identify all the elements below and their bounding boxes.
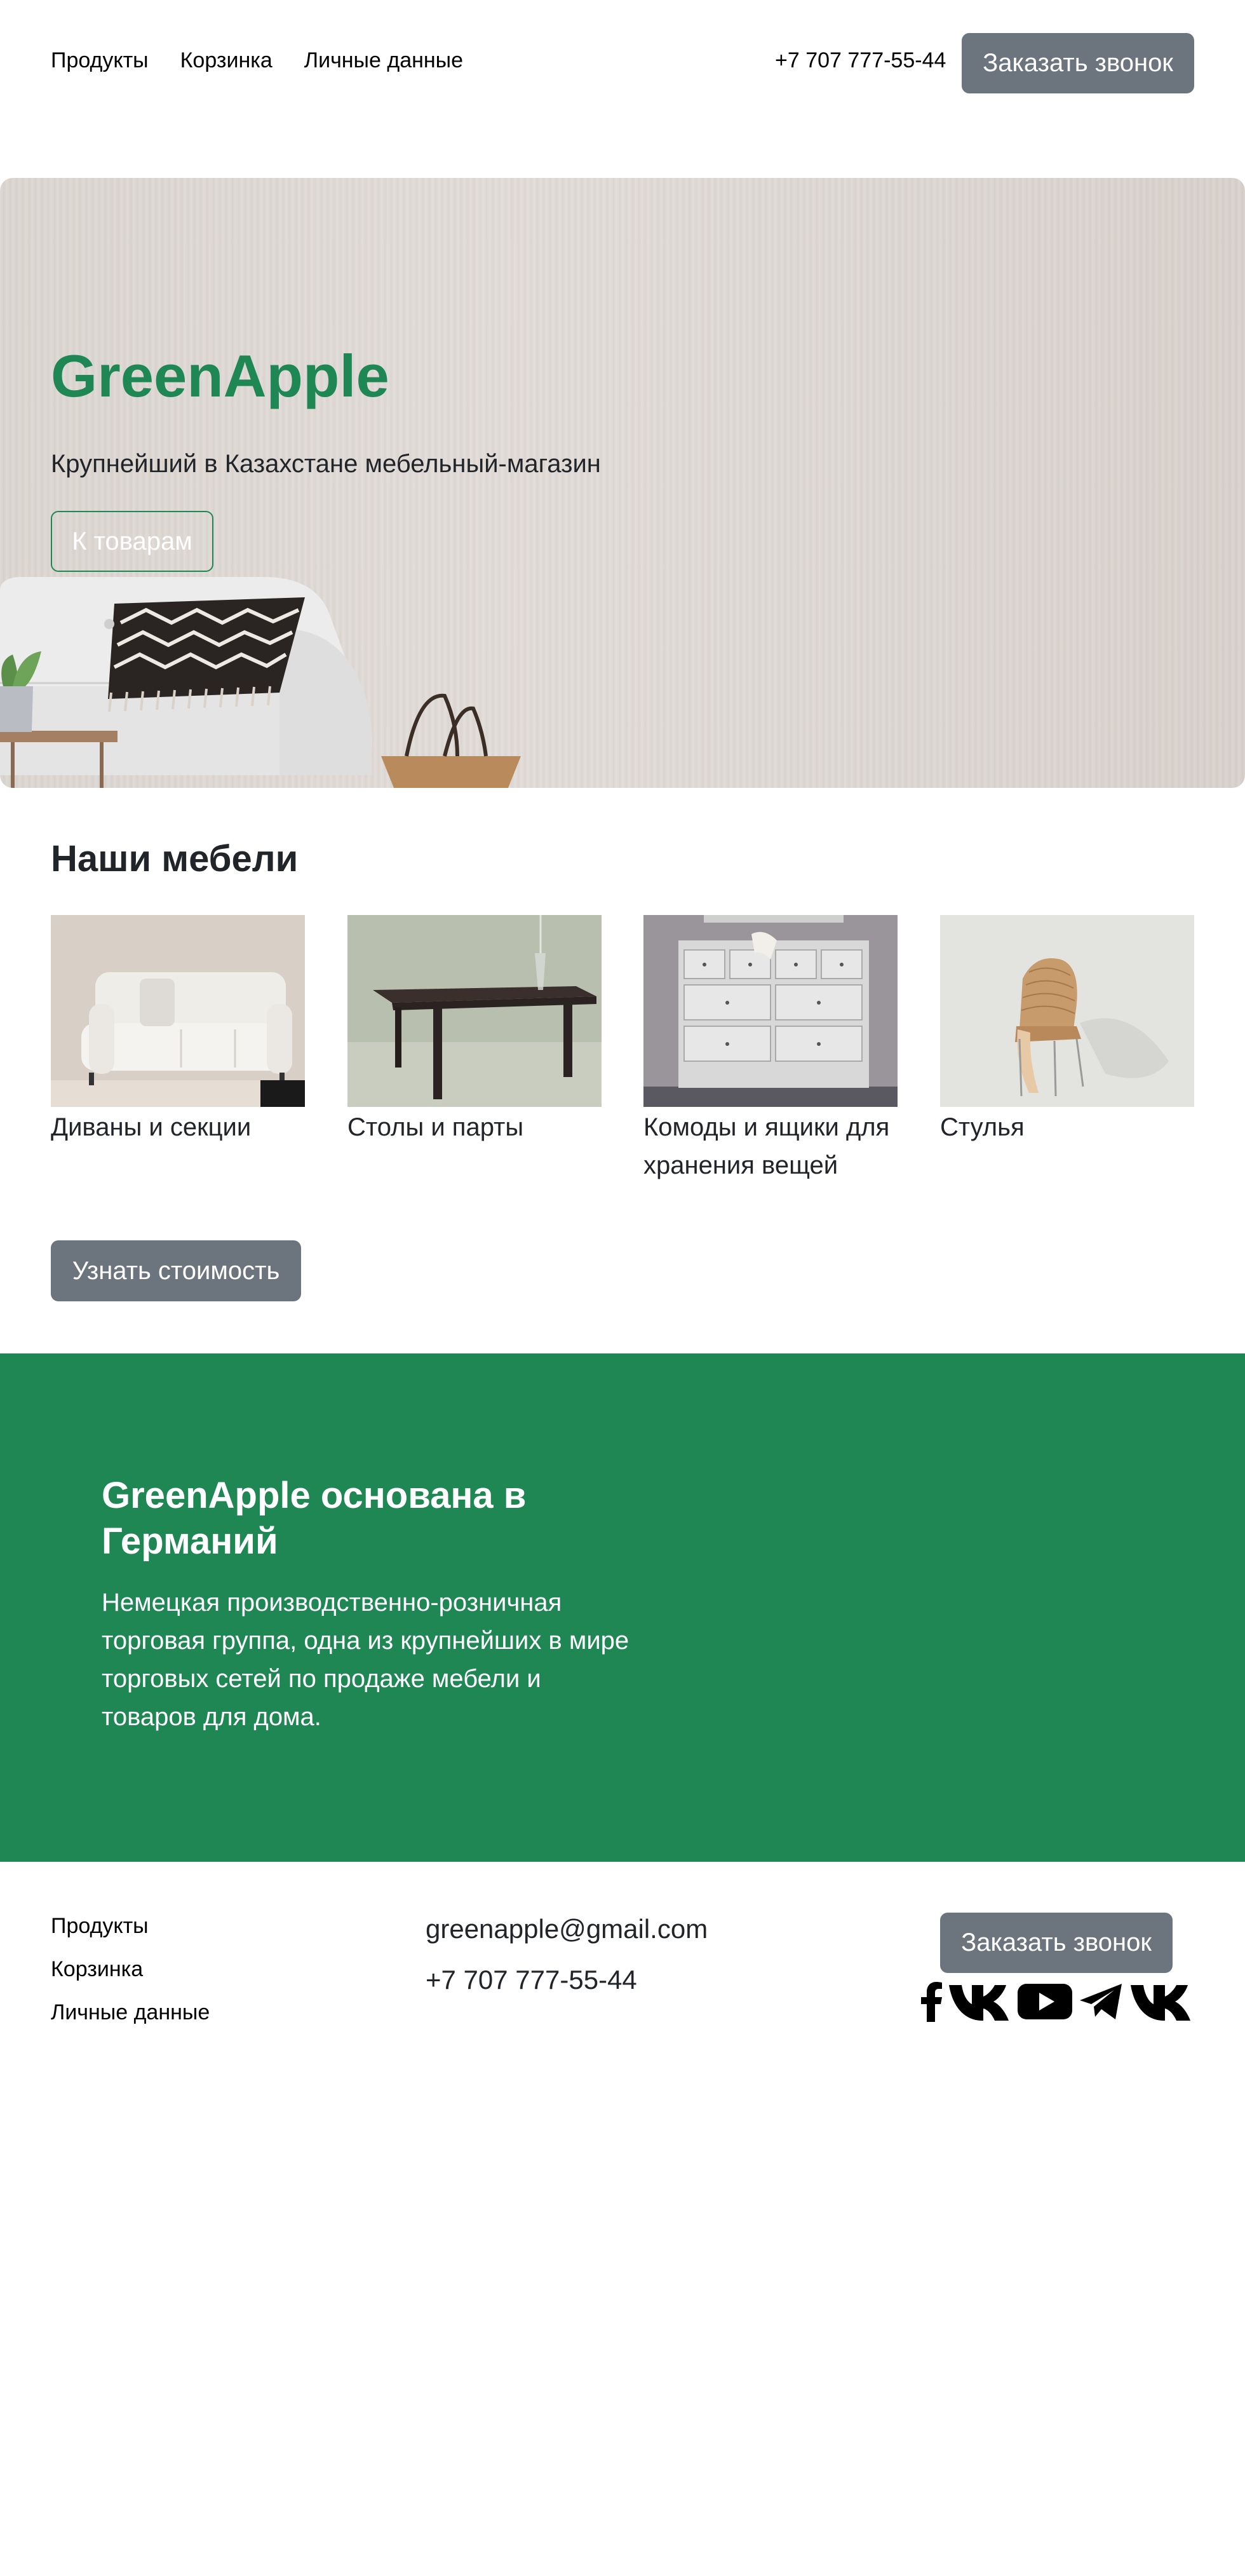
dresser-image — [643, 915, 898, 1107]
youtube-icon[interactable] — [1016, 1981, 1073, 2022]
sofa-image — [51, 915, 305, 1107]
vk-icon[interactable] — [1129, 1981, 1193, 2022]
footer-order-call-button[interactable]: Заказать звонок — [940, 1913, 1173, 1973]
to-products-button[interactable]: К товарам — [51, 511, 213, 572]
card-label: Комоды и ящики для хранения вещей — [643, 1113, 890, 1179]
card-chairs[interactable]: Стулья — [940, 915, 1194, 1146]
hero-banner: GreenApple Крупнейший в Казахстане мебел… — [0, 178, 1245, 788]
sofa-illustration — [0, 577, 521, 788]
nav-link-personal-data[interactable]: Личные данные — [304, 48, 463, 73]
top-navbar: Продукты Корзинка Личные данные +7 707 7… — [0, 0, 1245, 127]
vk-icon[interactable] — [948, 1981, 1011, 2022]
social-icons — [920, 1981, 1193, 2022]
footer-links: Продукты Корзинка Личные данные — [51, 1914, 210, 2024]
card-tables[interactable]: Столы и парты — [347, 915, 602, 1146]
hero-subtitle: Крупнейший в Казахстане мебельный-магази… — [51, 450, 601, 478]
card-label: Стулья — [940, 1113, 1025, 1141]
about-text: Немецкая производственно-розничная торго… — [102, 1589, 629, 1731]
footer-phone[interactable]: +7 707 777-55-44 — [426, 1965, 637, 1995]
nav-link-cart[interactable]: Корзинка — [180, 48, 273, 73]
facebook-icon[interactable] — [920, 1981, 943, 2022]
nav-phone: +7 707 777-55-44 — [775, 48, 946, 72]
chair-image — [940, 915, 1194, 1107]
furniture-section-title: Наши мебели — [51, 838, 299, 879]
footer-link-cart[interactable]: Корзинка — [51, 1957, 210, 1981]
table-image — [347, 915, 602, 1107]
get-price-button[interactable]: Узнать стоимость — [51, 1240, 301, 1301]
card-sofas[interactable]: Диваны и секции — [51, 915, 305, 1146]
about-title: GreenApple основана в Германий — [102, 1475, 527, 1562]
footer-email[interactable]: greenapple@gmail.com — [426, 1914, 708, 1944]
telegram-icon[interactable] — [1079, 1981, 1124, 2022]
nav-links: Продукты Корзинка Личные данные — [51, 48, 463, 73]
card-dressers[interactable]: Комоды и ящики для хранения вещей — [643, 915, 898, 1184]
card-label: Диваны и секции — [51, 1113, 252, 1141]
footer-link-personal-data[interactable]: Личные данные — [51, 2000, 210, 2024]
hero-title: GreenApple — [51, 342, 389, 409]
about-section: GreenApple основана в Германий Немецкая … — [0, 1353, 1245, 1862]
order-call-button[interactable]: Заказать звонок — [962, 33, 1194, 93]
footer-link-products[interactable]: Продукты — [51, 1914, 210, 1938]
nav-link-products[interactable]: Продукты — [51, 48, 149, 73]
card-label: Столы и парты — [347, 1113, 524, 1141]
